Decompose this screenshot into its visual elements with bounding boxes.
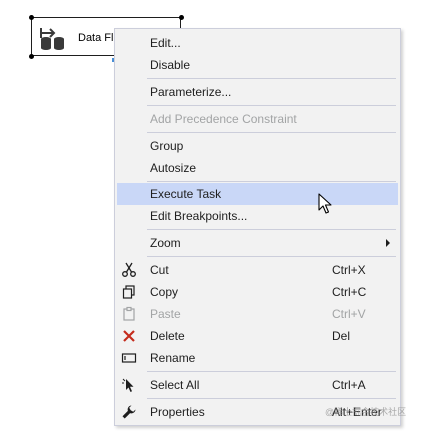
data-flow-task-icon bbox=[40, 28, 64, 50]
watermark-text: @稀土掘金技术社区 bbox=[325, 407, 407, 417]
resize-handle-top-right[interactable] bbox=[179, 15, 184, 20]
menu-separator bbox=[147, 398, 396, 399]
design-surface: Data Flo Edit... Disable Parameterize...… bbox=[0, 0, 423, 434]
menu-item-label: Disable bbox=[150, 58, 191, 72]
submenu-arrow-icon bbox=[386, 239, 390, 247]
menu-item-label: Properties bbox=[150, 405, 205, 419]
menu-item-label: Cut bbox=[150, 263, 169, 277]
menu-item-zoom[interactable]: Zoom bbox=[117, 232, 398, 254]
menu-item-label: Copy bbox=[150, 285, 179, 299]
menu-item-add-precedence-constraint: Add Precedence Constraint bbox=[117, 108, 398, 130]
menu-item-copy[interactable]: Copy Ctrl+C bbox=[117, 281, 398, 303]
menu-item-label: Execute Task bbox=[150, 187, 222, 201]
menu-separator bbox=[147, 78, 396, 79]
paste-icon bbox=[123, 306, 135, 321]
menu-separator bbox=[147, 181, 396, 182]
resize-handle-top-left[interactable] bbox=[29, 15, 34, 20]
menu-item-edit-breakpoints[interactable]: Edit Breakpoints... bbox=[117, 205, 398, 227]
wrench-icon bbox=[122, 405, 136, 419]
menu-item-label: Add Precedence Constraint bbox=[150, 112, 297, 126]
delete-x-icon bbox=[123, 330, 135, 342]
menu-item-cut[interactable]: Cut Ctrl+X bbox=[117, 259, 398, 281]
menu-item-edit[interactable]: Edit... bbox=[117, 32, 398, 54]
menu-item-label: Paste bbox=[150, 307, 181, 321]
menu-item-label: Parameterize... bbox=[150, 85, 232, 99]
menu-item-shortcut: Ctrl+V bbox=[332, 307, 366, 321]
menu-item-disable[interactable]: Disable bbox=[117, 54, 398, 76]
select-all-icon bbox=[122, 378, 134, 392]
menu-item-label: Select All bbox=[150, 378, 200, 392]
menu-item-label: Autosize bbox=[150, 161, 197, 175]
context-menu: Edit... Disable Parameterize... Add Prec… bbox=[114, 28, 401, 426]
resize-handle-bottom-left[interactable] bbox=[29, 54, 34, 59]
menu-item-label: Delete bbox=[150, 329, 185, 343]
menu-item-shortcut: Ctrl+X bbox=[332, 263, 366, 277]
menu-separator bbox=[147, 256, 396, 257]
copy-icon bbox=[122, 285, 135, 299]
menu-item-label: Edit... bbox=[150, 36, 181, 50]
scissors-icon bbox=[122, 262, 136, 277]
menu-item-label: Rename bbox=[150, 351, 196, 365]
menu-item-shortcut: Del bbox=[332, 329, 351, 343]
menu-item-label: Zoom bbox=[150, 236, 181, 250]
mouse-pointer-icon bbox=[318, 193, 332, 214]
menu-item-autosize[interactable]: Autosize bbox=[117, 157, 398, 179]
menu-item-label: Group bbox=[150, 139, 184, 153]
menu-item-label: Edit Breakpoints... bbox=[150, 209, 248, 223]
menu-item-execute-task[interactable]: Execute Task bbox=[117, 183, 398, 205]
menu-separator bbox=[147, 132, 396, 133]
menu-item-shortcut: Ctrl+C bbox=[332, 285, 367, 299]
menu-separator bbox=[147, 105, 396, 106]
rename-icon bbox=[121, 353, 137, 363]
menu-item-paste: Paste Ctrl+V bbox=[117, 303, 398, 325]
menu-item-select-all[interactable]: Select All Ctrl+A bbox=[117, 374, 398, 396]
menu-item-rename[interactable]: Rename bbox=[117, 347, 398, 369]
menu-item-delete[interactable]: Delete Del bbox=[117, 325, 398, 347]
menu-item-shortcut: Ctrl+A bbox=[332, 378, 366, 392]
menu-item-group[interactable]: Group bbox=[117, 135, 398, 157]
menu-item-parameterize[interactable]: Parameterize... bbox=[117, 81, 398, 103]
menu-separator bbox=[147, 371, 396, 372]
menu-separator bbox=[147, 229, 396, 230]
